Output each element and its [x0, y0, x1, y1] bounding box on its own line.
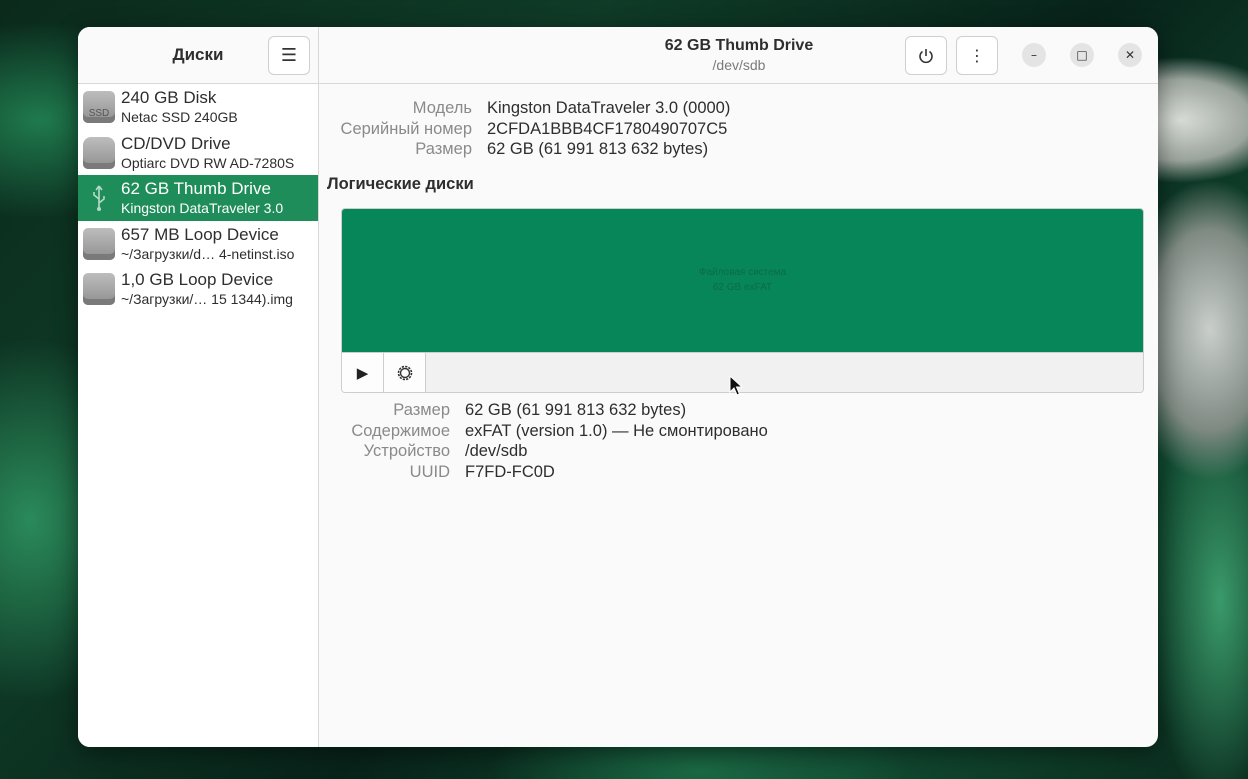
- play-icon: ▶: [356, 364, 369, 382]
- info-value: Kingston DataTraveler 3.0 (0000): [487, 99, 731, 117]
- volume-graph: Файловая система 62 GB exFAT ▶: [341, 208, 1144, 393]
- drive-backing-file: ~/Загрузки/… 15 1344).img: [121, 291, 293, 307]
- info-label: Содержимое: [351, 421, 450, 440]
- info-row-size: Размер 62 GB (61 991 813 632 bytes): [319, 140, 730, 161]
- maximize-button[interactable]: □: [1070, 43, 1094, 67]
- drive-info: Модель Kingston DataTraveler 3.0 (0000) С…: [319, 99, 731, 161]
- partition-size-fs: 62 GB exFAT: [712, 282, 773, 293]
- usb-symbol-icon: [93, 185, 105, 211]
- volumes-title: Логические диски: [327, 175, 474, 193]
- info-value: exFAT (version 1.0) — Не смонтировано: [465, 421, 768, 440]
- drive-name: 62 GB Thumb Drive: [121, 179, 271, 198]
- info-label: Серийный номер: [340, 119, 472, 138]
- close-button[interactable]: ✕: [1118, 43, 1142, 67]
- more-vertical-icon: ⋮: [969, 46, 985, 65]
- minimize-button[interactable]: –: [1022, 43, 1046, 67]
- drive-model: Kingston DataTraveler 3.0: [121, 200, 284, 216]
- hamburger-menu-button[interactable]: ☰: [268, 36, 310, 75]
- loop-device-icon: [83, 273, 115, 305]
- drive-item-240gb-disk[interactable]: SSD 240 GB Disk Netac SSD 240GB: [78, 84, 318, 130]
- drive-backing-file: ~/Загрузки/d… 4-netinst.iso: [121, 245, 295, 262]
- more-options-button[interactable]: ⋮: [956, 36, 998, 75]
- drive-list: SSD 240 GB Disk Netac SSD 240GB CD/DVD D…: [78, 84, 318, 312]
- usb-drive-icon: [83, 182, 115, 214]
- drive-name: 657 MB Loop Device: [121, 224, 279, 244]
- maximize-icon: □: [1076, 48, 1088, 62]
- drive-item-loop-657mb[interactable]: 657 MB Loop Device ~/Загрузки/d… 4-netin…: [78, 221, 318, 267]
- minimize-icon: –: [1031, 48, 1037, 62]
- volume-row-size: Размер 62 GB (61 991 813 632 bytes): [319, 401, 768, 422]
- info-label: Модель: [412, 99, 472, 117]
- drive-model: Optiarc DVD RW AD-7280S: [121, 154, 295, 171]
- info-row-serial: Серийный номер 2CFDA1BBB4CF1780490707C5: [319, 120, 730, 141]
- mouse-cursor-icon: [729, 375, 744, 396]
- partition-label: Файловая система 62 GB exFAT: [342, 265, 1143, 295]
- gear-icon: [397, 365, 412, 381]
- close-icon: ✕: [1124, 48, 1136, 62]
- info-label: Устройство: [363, 442, 450, 460]
- volume-row-contents: Содержимое exFAT (version 1.0) — Не смонт…: [319, 422, 768, 443]
- drive-item-cd-dvd[interactable]: CD/DVD Drive Optiarc DVD RW AD-7280S: [78, 130, 318, 176]
- mount-button[interactable]: ▶: [342, 353, 384, 392]
- partition-settings-button[interactable]: [384, 353, 426, 392]
- drive-model: Netac SSD 240GB: [121, 109, 238, 125]
- power-icon: [919, 48, 933, 63]
- info-label: Размер: [393, 401, 450, 419]
- info-value: 2CFDA1BBB4CF1780490707C5: [487, 119, 728, 138]
- info-value: F7FD-FC0D: [465, 462, 555, 481]
- drive-item-thumb-drive[interactable]: 62 GB Thumb Drive Kingston DataTraveler …: [78, 175, 318, 221]
- loop-device-icon: [83, 227, 115, 260]
- main-panel: 62 GB Thumb Drive /dev/sdb ⋮ – □ ✕ Модел…: [319, 27, 1158, 747]
- optical-drive-icon: [83, 136, 115, 169]
- info-label: Размер: [415, 140, 472, 158]
- sidebar: Диски ☰ SSD 240 GB Disk Netac SSD 240GB …: [78, 27, 319, 747]
- power-off-button[interactable]: [905, 36, 947, 75]
- drive-name: CD/DVD Drive: [121, 133, 231, 153]
- hamburger-menu-icon: ☰: [280, 45, 298, 66]
- partition-block[interactable]: Файловая система 62 GB exFAT: [342, 209, 1143, 352]
- info-label: UUID: [409, 462, 450, 481]
- sidebar-header: Диски ☰: [78, 27, 318, 84]
- info-value: 62 GB (61 991 813 632 bytes): [487, 140, 709, 158]
- info-row-model: Модель Kingston DataTraveler 3.0 (0000): [319, 99, 731, 120]
- drive-name: 240 GB Disk: [121, 88, 217, 107]
- drive-name: 1,0 GB Loop Device: [121, 270, 274, 289]
- partition-type: Файловая система: [698, 267, 787, 278]
- ssd-drive-icon: SSD: [83, 91, 115, 123]
- drive-item-loop-1gb[interactable]: 1,0 GB Loop Device ~/Загрузки/… 15 1344)…: [78, 266, 318, 312]
- info-value: 62 GB (61 991 813 632 bytes): [465, 401, 687, 419]
- info-value: /dev/sdb: [465, 442, 528, 460]
- volume-row-device: Устройство/dev/sdb: [319, 442, 768, 463]
- volume-row-uuid: UUID F7FD-FC0D: [319, 463, 768, 484]
- header-bar: 62 GB Thumb Drive /dev/sdb ⋮ – □ ✕: [319, 27, 1158, 84]
- disks-window: Диски ☰ SSD 240 GB Disk Netac SSD 240GB …: [78, 27, 1158, 747]
- volume-info: Размер 62 GB (61 991 813 632 bytes) Содер…: [319, 401, 768, 483]
